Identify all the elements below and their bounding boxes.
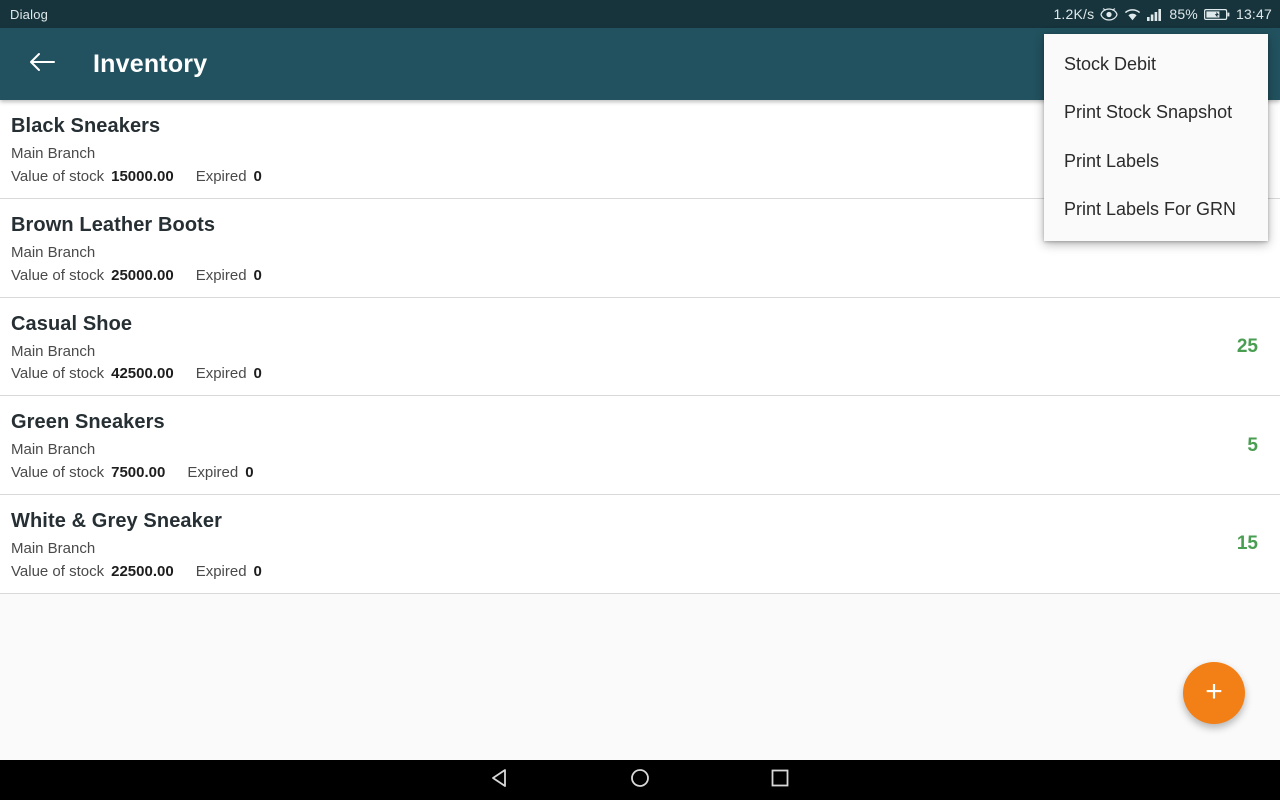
value-of-stock-value: 15000.00	[111, 167, 174, 185]
expired-label: Expired	[187, 464, 239, 481]
item-name: Casual Shoe	[11, 312, 133, 335]
value-of-stock-label: Value of stock	[11, 562, 105, 580]
back-triangle-icon	[489, 767, 511, 794]
nav-recents-button[interactable]	[762, 762, 798, 798]
item-stats: Value of stock 25000.00 Expired 0	[11, 267, 262, 284]
battery-percent-text: 85%	[1169, 6, 1198, 22]
menu-item-print-stock-snapshot[interactable]: Print Stock Snapshot	[1044, 88, 1268, 136]
device-screen: Dialog 1.2K/s 85% 13:47 Inventory Black …	[0, 0, 1280, 800]
menu-item-print-labels-for-grn[interactable]: Print Labels For GRN	[1044, 185, 1268, 233]
menu-item-stock-debit[interactable]: Stock Debit	[1044, 40, 1268, 88]
network-speed-text: 1.2K/s	[1053, 6, 1095, 22]
expired-value: 0	[253, 562, 262, 580]
row-details: Black Sneakers Main Branch Value of stock 1…	[11, 114, 262, 185]
item-name: Black Sneakers	[11, 115, 161, 137]
overflow-menu-items: Stock Debit Print Stock Snapshot Print Lab…	[1044, 40, 1268, 233]
recents-square-icon	[769, 767, 791, 794]
item-branch: Main Branch	[11, 540, 96, 557]
item-name: White & Grey Sneaker	[11, 510, 222, 532]
item-branch: Main Branch	[11, 243, 96, 261]
expired-value: 0	[245, 464, 254, 481]
value-of-stock-value: 7500.00	[111, 464, 166, 481]
item-name: Green Sneakers	[11, 411, 165, 434]
item-stats: Value of stock 7500.00 Expired 0	[11, 464, 254, 481]
value-of-stock-label: Value of stock	[11, 365, 105, 383]
clock-text: 13:47	[1235, 6, 1272, 22]
table-row[interactable]: Green Sneakers Main Branch Value of stock 7…	[0, 396, 1280, 495]
overflow-menu[interactable]: Stock Debit Print Stock Snapshot Print Lab…	[1044, 34, 1268, 242]
status-bar-left: Dialog	[10, 7, 48, 22]
item-quantity: 5	[1247, 434, 1258, 456]
row-details: Brown Leather Boots Main Branch Value of s…	[11, 213, 262, 284]
expired-value: 0	[253, 266, 262, 284]
expired-label: Expired	[195, 266, 247, 284]
wifi-icon	[1124, 8, 1141, 21]
item-quantity: 15	[1236, 533, 1258, 555]
back-arrow-icon	[29, 51, 55, 78]
item-branch: Main Branch	[11, 441, 96, 459]
item-branch: Main Branch	[11, 342, 96, 360]
item-branch: Main Branch	[11, 145, 96, 162]
status-bar-app-label: Dialog	[10, 6, 49, 22]
battery-icon	[1203, 8, 1230, 21]
value-of-stock-label: Value of stock	[11, 464, 105, 481]
signal-icon	[1147, 8, 1163, 21]
back-button[interactable]	[22, 44, 62, 84]
value-of-stock-value: 25000.00	[111, 266, 174, 284]
item-stats: Value of stock 15000.00 Expired 0	[11, 168, 262, 185]
row-details: Green Sneakers Main Branch Value of stock 7…	[11, 410, 254, 481]
value-of-stock-label: Value of stock	[11, 266, 105, 284]
value-of-stock-value: 42500.00	[111, 365, 174, 383]
item-quantity: 25	[1236, 335, 1258, 357]
list-empty-area	[0, 593, 1280, 760]
table-row[interactable]: Casual Shoe Main Branch Value of stock 4250…	[0, 297, 1280, 397]
expired-label: Expired	[195, 365, 247, 383]
menu-item-print-labels[interactable]: Print Labels	[1044, 137, 1268, 185]
value-of-stock-value: 22500.00	[111, 562, 174, 580]
status-bar: Dialog 1.2K/s 85% 13:47	[0, 0, 1280, 28]
expired-label: Expired	[195, 167, 247, 185]
expired-value: 0	[253, 167, 262, 185]
add-item-fab[interactable]: +	[1183, 662, 1245, 724]
home-circle-icon	[629, 767, 651, 794]
nav-back-button[interactable]	[482, 762, 518, 798]
item-stats: Value of stock 22500.00 Expired 0	[11, 563, 262, 580]
item-name: Brown Leather Boots	[11, 213, 216, 236]
page-title: Inventory	[93, 49, 208, 78]
row-details: White & Grey Sneaker Main Branch Value of …	[11, 509, 262, 580]
expired-label: Expired	[195, 562, 247, 580]
item-stats: Value of stock 42500.00 Expired 0	[11, 365, 262, 382]
expired-value: 0	[253, 365, 262, 383]
eye-icon	[1100, 7, 1118, 21]
plus-icon: +	[1205, 674, 1223, 708]
nav-home-button[interactable]	[622, 762, 658, 798]
value-of-stock-label: Value of stock	[11, 167, 105, 185]
android-navigation-bar	[0, 760, 1280, 800]
status-bar-right: 1.2K/s 85% 13:47	[1053, 6, 1272, 22]
table-row[interactable]: White & Grey Sneaker Main Branch Value of …	[0, 495, 1280, 594]
row-details: Casual Shoe Main Branch Value of stock 4250…	[11, 312, 262, 383]
